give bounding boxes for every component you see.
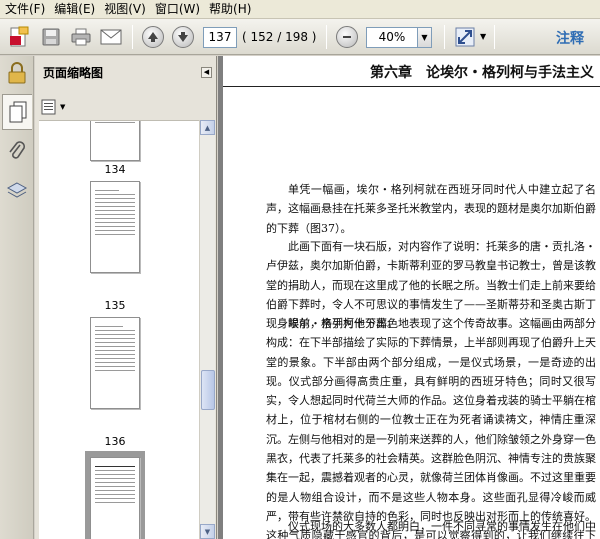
thumbnail-label: 134 (104, 163, 126, 176)
thumbnail-label: 135 (104, 299, 126, 312)
options-list-icon (41, 99, 56, 115)
page-thumbnail[interactable] (90, 317, 140, 409)
security-button[interactable] (4, 58, 30, 88)
create-pdf-button[interactable] (6, 24, 32, 50)
envelope-icon (100, 29, 122, 45)
menu-file[interactable]: 文件(F) (2, 0, 51, 18)
menu-window[interactable]: 窗口(W) (152, 0, 206, 18)
paperclip-icon (9, 141, 26, 159)
header-rule (223, 86, 600, 87)
next-page-button[interactable] (170, 24, 196, 50)
menu-view[interactable]: 视图(V) (101, 0, 152, 18)
menu-edit[interactable]: 编辑(E) (51, 0, 101, 18)
save-icon (42, 28, 60, 46)
chapter-title: 第六章 论埃尔・格列柯与手法主义 (370, 65, 594, 81)
expand-arrows-icon (455, 27, 475, 47)
email-button[interactable] (98, 24, 124, 50)
thumbnail-list: 134 135 136 (39, 120, 199, 539)
fit-page-button[interactable] (452, 24, 478, 50)
save-button[interactable] (38, 24, 64, 50)
thumbnail-label: 136 (104, 435, 126, 448)
thumbnails-panel: 页面缩略图 ◀ ▼ 134 135 136 ▲ ▼ (35, 56, 217, 539)
minus-icon (336, 26, 358, 48)
panel-options[interactable]: ▼ (41, 96, 65, 118)
layers-tab[interactable] (4, 176, 30, 206)
create-pdf-icon (10, 26, 29, 47)
document-page: 第六章 论埃尔・格列柯与手法主义 单凭一幅画，埃尔・格列柯就在西班牙同时代人中建… (223, 56, 600, 539)
panel-title: 页面缩略图 (43, 66, 104, 80)
page-thumbnail[interactable] (90, 181, 140, 273)
chevron-down-icon: ▼ (60, 103, 66, 111)
page-thumbnail-current[interactable] (90, 457, 140, 539)
zoom-dropdown-button[interactable]: ▼ (418, 27, 432, 48)
scroll-down-icon[interactable]: ▼ (200, 524, 215, 539)
attachments-tab[interactable] (4, 136, 30, 166)
page-thumbnail[interactable] (90, 121, 140, 161)
panel-menu-button[interactable]: ◀ (201, 67, 212, 78)
scrollbar-thumb[interactable] (201, 370, 215, 410)
toolbar-separator (494, 25, 495, 49)
thumbnail-scrollbar[interactable]: ▲ ▼ (199, 120, 215, 539)
toolbar: 137 ( 152 / 198 ) 40% ▼ ▼ 注释 (0, 19, 600, 55)
toolbar-separator (326, 25, 327, 49)
zoom-out-button[interactable] (334, 24, 360, 50)
scroll-up-icon[interactable]: ▲ (200, 120, 215, 135)
menu-help[interactable]: 帮助(H) (206, 0, 257, 18)
lock-icon (8, 62, 26, 84)
fit-dropdown-icon[interactable]: ▼ (480, 32, 486, 41)
pages-icon (9, 101, 26, 123)
arrow-up-icon (142, 26, 164, 48)
paragraph: 埃尔・格列柯十分出色地表现了这个传奇故事。这幅画由两部分构成：在下半部描绘了实际… (266, 317, 596, 539)
page-thumbnails-tab[interactable] (2, 94, 32, 130)
printer-icon (71, 28, 91, 46)
document-view: 第六章 论埃尔・格列柯与手法主义 单凭一幅画，埃尔・格列柯就在西班牙同时代人中建… (218, 56, 600, 539)
menu-bar: 文件(F) 编辑(E) 视图(V) 窗口(W) 帮助(H) (0, 0, 600, 19)
page-count: ( 152 / 198 ) (242, 30, 317, 44)
annotate-button[interactable]: 注释 (556, 28, 584, 48)
zoom-input[interactable]: 40% (366, 27, 418, 48)
print-button[interactable] (68, 24, 94, 50)
arrow-down-icon (172, 26, 194, 48)
toolbar-separator (444, 25, 445, 49)
toolbar-separator (132, 25, 133, 49)
previous-page-button[interactable] (140, 24, 166, 50)
paragraph: 单凭一幅画，埃尔・格列柯就在西班牙同时代人中建立起了名声，这幅画悬挂在托莱多圣托… (266, 183, 596, 235)
chevron-down-icon: ▼ (421, 33, 428, 42)
layers-icon (6, 182, 28, 198)
paragraph: 仪式现场的大多数人都明白，一件不同寻常的事情发生在他们中间。 (288, 520, 596, 533)
page-number-input[interactable]: 137 (203, 27, 237, 48)
navigation-rail (0, 56, 34, 539)
chevron-left-icon: ◀ (203, 68, 210, 76)
